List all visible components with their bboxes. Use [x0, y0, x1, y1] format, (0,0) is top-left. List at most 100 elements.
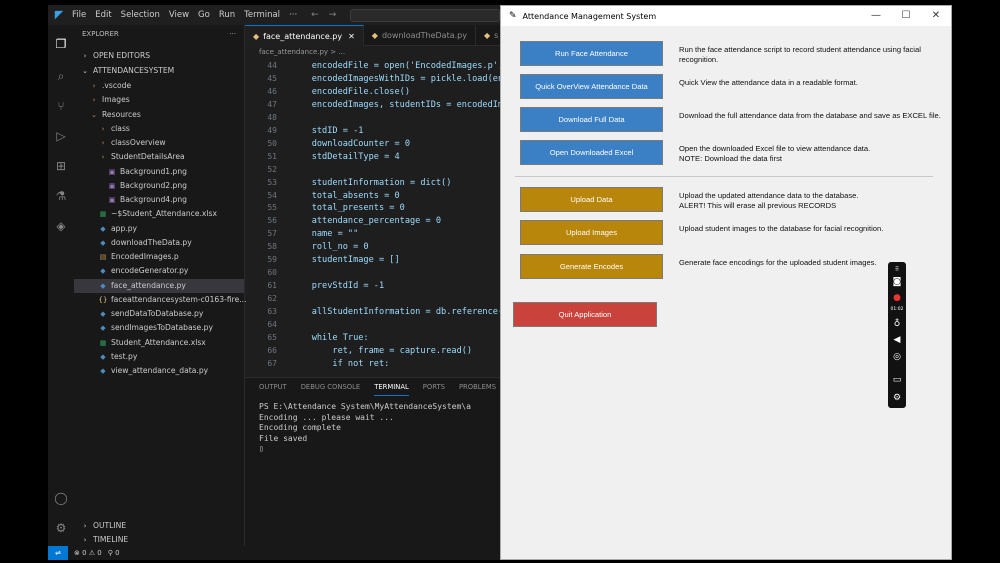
- settings-icon[interactable]: ⚙: [891, 392, 903, 404]
- code-text: downloadCounter = 0: [291, 138, 410, 149]
- editor-tab[interactable]: ◆ downloadTheData.py: [364, 25, 476, 46]
- extensions-icon[interactable]: ⊞: [54, 159, 68, 173]
- tree-item[interactable]: ◆ encodeGenerator.py: [74, 264, 244, 278]
- tree-item[interactable]: ▦ ~$Student_Attendance.xlsx: [74, 207, 244, 221]
- menu-item[interactable]: View: [169, 10, 189, 20]
- testing-icon[interactable]: ⚗: [54, 189, 68, 203]
- search-icon[interactable]: ⌕: [54, 69, 68, 83]
- tree-item[interactable]: ◆ view_attendance_data.py: [74, 364, 244, 378]
- screen-icon[interactable]: ▭: [891, 374, 903, 386]
- line-number: 64: [267, 320, 277, 329]
- menu-item[interactable]: Go: [198, 10, 210, 20]
- command-center-search[interactable]: [350, 8, 500, 22]
- file-type-icon: ›: [101, 124, 105, 133]
- menu-item[interactable]: Terminal: [244, 10, 280, 20]
- tab-close-icon[interactable]: ✕: [348, 32, 355, 41]
- webcam-icon[interactable]: ◎: [891, 351, 903, 363]
- file-type-icon: ◆: [100, 352, 106, 361]
- ports-count[interactable]: ⚲ 0: [108, 549, 120, 557]
- explorer-icon[interactable]: ❐: [54, 37, 68, 51]
- remote-icon[interactable]: ⇌: [48, 546, 68, 560]
- quit-application-button[interactable]: Quit Application: [513, 302, 657, 327]
- camera-icon[interactable]: ◙: [891, 276, 903, 288]
- upload-data-button[interactable]: Upload Data: [520, 187, 663, 212]
- account-icon[interactable]: ◯: [54, 491, 68, 505]
- breadcrumb[interactable]: face_attendance.py > ...: [245, 46, 500, 59]
- record-icon[interactable]: ●: [891, 292, 903, 304]
- tree-item[interactable]: ▣ Background4.png: [74, 193, 244, 207]
- maximize-button[interactable]: ☐: [891, 6, 921, 26]
- tree-item[interactable]: ▣ Background1.png: [74, 165, 244, 179]
- tree-item[interactable]: ◆ sendImagesToDatabase.py: [74, 321, 244, 335]
- tree-item[interactable]: › classOverview: [74, 136, 244, 150]
- menu-item[interactable]: Selection: [121, 10, 160, 20]
- tree-item[interactable]: ⌄ Resources: [74, 108, 244, 122]
- tree-item-label: sendImagesToDatabase.py: [111, 323, 213, 333]
- generate-encodes-button[interactable]: Generate Encodes: [520, 254, 663, 279]
- speaker-icon[interactable]: ◀: [891, 334, 903, 346]
- code-editor[interactable]: 44 encodedFile = open('EncodedImages.p',…: [245, 59, 500, 373]
- explorer-title: EXPLORER: [82, 30, 119, 38]
- run-debug-icon[interactable]: ▷: [54, 129, 68, 143]
- code-line: 53 studentInformation = dict(): [245, 176, 500, 189]
- timeline-section[interactable]: › TIMELINE: [74, 533, 244, 547]
- download-full-data-button[interactable]: Download Full Data: [520, 107, 663, 132]
- activity-bar: ❐ ⌕ ⑂ ▷ ⊞ ⚗ ◈ ◯ ⚙: [48, 25, 74, 550]
- chevron-down-icon: ⌄: [82, 67, 88, 75]
- tree-item[interactable]: › .vscode: [74, 79, 244, 93]
- tree-item[interactable]: ▣ Background2.png: [74, 179, 244, 193]
- upload-images-button[interactable]: Upload Images: [520, 220, 663, 245]
- file-type-icon: ◆: [100, 267, 106, 276]
- project-section[interactable]: ⌄ ATTENDANCESYSTEM: [74, 64, 244, 78]
- quick-overview-attendance-data-button[interactable]: Quick OverView Attendance Data: [520, 74, 663, 99]
- settings-gear-icon[interactable]: ⚙: [54, 521, 68, 535]
- panel-tab[interactable]: PORTS: [423, 378, 445, 396]
- tree-item[interactable]: ◆ sendDataToDatabase.py: [74, 307, 244, 321]
- line-number: 51: [267, 151, 277, 161]
- explorer-more-icon[interactable]: ···: [229, 25, 236, 43]
- line-number: 67: [267, 358, 277, 368]
- tree-item[interactable]: ▤ EncodedImages.p: [74, 250, 244, 264]
- file-type-icon: ›: [101, 153, 105, 162]
- open-downloaded-excel-button[interactable]: Open Downloaded Excel: [520, 140, 663, 165]
- code-text: total_presents = 0: [291, 203, 405, 214]
- tree-item[interactable]: ◆ downloadTheData.py: [74, 236, 244, 250]
- source-control-icon[interactable]: ⑂: [54, 99, 68, 113]
- tree-item[interactable]: {} faceattendancesystem-c0163-fire...: [74, 293, 247, 307]
- tree-item[interactable]: › StudentDetailsArea: [74, 150, 244, 164]
- timeline-label: TIMELINE: [93, 535, 129, 544]
- panel-tab[interactable]: PROBLEMS: [459, 378, 496, 396]
- tree-item[interactable]: › Images: [74, 93, 244, 107]
- tree-item[interactable]: › class: [74, 122, 244, 136]
- line-number: 52: [267, 164, 277, 174]
- menu-item[interactable]: File: [72, 10, 86, 20]
- outline-section[interactable]: › OUTLINE: [74, 519, 244, 533]
- problems-count[interactable]: ⊗ 0 ⚠ 0: [74, 549, 102, 557]
- panel-tab[interactable]: DEBUG CONSOLE: [301, 378, 361, 396]
- panel-tab[interactable]: OUTPUT: [259, 378, 287, 396]
- tree-item[interactable]: ◆ face_attendance.py: [74, 278, 244, 293]
- terminal-line: Encoding ... please wait ...: [259, 412, 394, 422]
- drag-handle-icon[interactable]: ⠿: [891, 264, 903, 276]
- panel-tab[interactable]: TERMINAL: [374, 378, 409, 396]
- minimize-button[interactable]: —: [861, 6, 891, 26]
- menu-item[interactable]: Run: [219, 10, 235, 20]
- code-line: 48: [245, 111, 500, 124]
- menu-item[interactable]: ···: [289, 10, 297, 20]
- tree-item[interactable]: ▦ Student_Attendance.xlsx: [74, 336, 244, 350]
- editor-area: ◆ face_attendance.py ✕ ◆ downloadTheData.py ◆…: [245, 25, 508, 550]
- python-icon[interactable]: ◈: [54, 219, 68, 233]
- line-number: 58: [267, 242, 277, 252]
- microphone-icon[interactable]: ♁: [891, 318, 903, 330]
- back-arrow-icon[interactable]: ←: [311, 10, 319, 20]
- code-line: 58 roll_no = 0: [245, 240, 500, 253]
- tree-item[interactable]: ◆ app.py: [74, 222, 244, 236]
- run-face-attendance-button[interactable]: Run Face Attendance: [520, 41, 663, 66]
- line-number: 60: [267, 268, 277, 278]
- forward-arrow-icon[interactable]: →: [329, 10, 337, 20]
- tree-item[interactable]: ◆ test.py: [74, 350, 244, 364]
- menu-item[interactable]: Edit: [95, 10, 111, 20]
- close-button[interactable]: ✕: [921, 6, 951, 26]
- editor-tab[interactable]: ◆ face_attendance.py ✕: [245, 25, 364, 46]
- open-editors-section[interactable]: › OPEN EDITORS: [74, 49, 244, 63]
